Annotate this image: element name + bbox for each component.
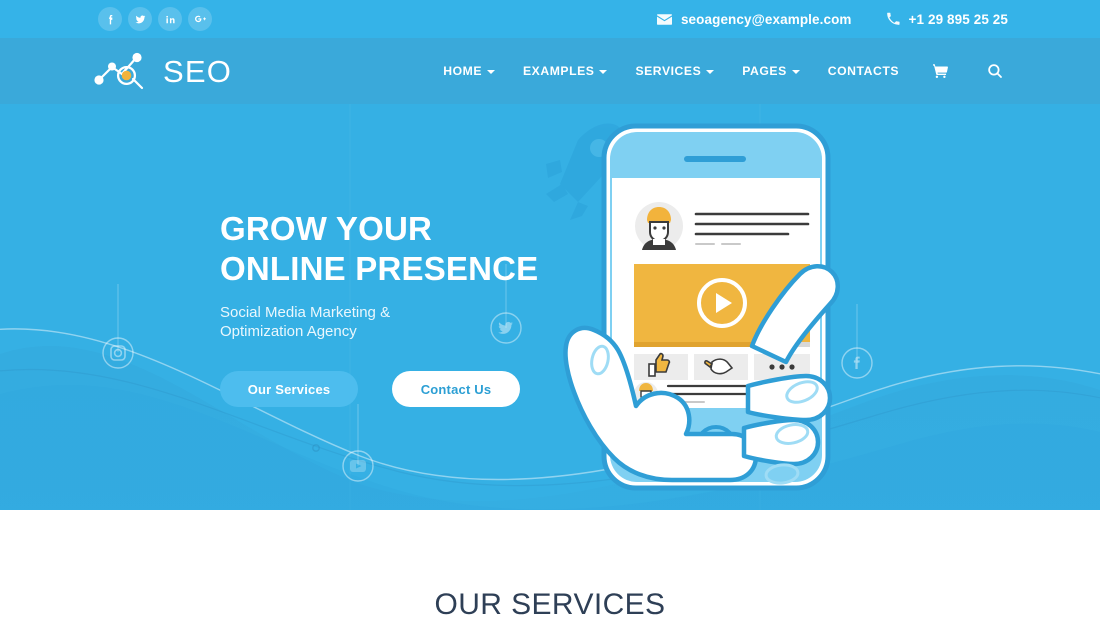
contact-email-text: seoagency@example.com: [680, 11, 852, 27]
nav-menu: HOME EXAMPLES SERVICES PAGES CONTACTS: [429, 62, 1022, 80]
social-link-google-plus[interactable]: [188, 7, 212, 31]
search-button[interactable]: [968, 62, 1022, 80]
contact-us-button[interactable]: Contact Us: [392, 371, 520, 408]
nav-item-services-label: SERVICES: [635, 64, 702, 78]
social-links: [98, 7, 212, 31]
contact-phone[interactable]: +1 29 895 25 25: [886, 12, 1008, 27]
hero-subtitle-line2: Optimization Agency: [220, 323, 357, 341]
search-icon: [988, 64, 1002, 78]
cart-button[interactable]: [913, 62, 968, 80]
hero-section: GROW YOUR ONLINE PRESENCE Social Media M…: [0, 104, 1100, 510]
hero-title-line1: GROW YOUR: [220, 210, 433, 247]
seo-network-magnifier-logo: [94, 52, 144, 90]
nav-item-examples-label: EXAMPLES: [523, 64, 595, 78]
hero-buttons: Our Services Contact Us: [220, 371, 580, 408]
nav-item-contacts[interactable]: CONTACTS: [814, 64, 913, 78]
landing-page: seoagency@example.com +1 29 895 25 25 SE…: [0, 0, 1100, 640]
social-link-facebook[interactable]: [98, 7, 122, 31]
chevron-down-icon: [706, 70, 715, 74]
nav-item-home-label: HOME: [443, 64, 482, 78]
our-services-button[interactable]: Our Services: [220, 371, 358, 408]
hero-title-line2: ONLINE PRESENCE: [220, 250, 539, 287]
services-heading: OUR SERVICES: [434, 588, 666, 621]
hero-copy: GROW YOUR ONLINE PRESENCE Social Media M…: [220, 212, 580, 408]
phone-icon: [886, 12, 900, 25]
social-link-twitter[interactable]: [128, 7, 152, 31]
twitter-icon: [135, 14, 145, 23]
hero-subtitle: Social Media Marketing & Optimization Ag…: [220, 303, 580, 341]
contact-phone-text: +1 29 895 25 25: [908, 11, 1008, 27]
hero-content: GROW YOUR ONLINE PRESENCE Social Media M…: [0, 104, 1100, 510]
nav-item-services[interactable]: SERVICES: [621, 64, 728, 78]
nav-item-pages[interactable]: PAGES: [728, 64, 814, 78]
nav-item-contacts-label: CONTACTS: [827, 64, 899, 78]
facebook-icon: [108, 14, 112, 24]
brand-name: SEO: [163, 53, 233, 89]
top-bar: seoagency@example.com +1 29 895 25 25: [0, 0, 1100, 38]
social-link-linkedin[interactable]: [158, 7, 182, 31]
ellipsis-icon: [769, 364, 795, 370]
main-navbar: SEO HOME EXAMPLES SERVICES PAGES CONTACT…: [0, 38, 1100, 104]
brand-logo-link[interactable]: SEO: [92, 49, 232, 93]
hero-subtitle-line1: Social Media Marketing &: [220, 304, 391, 321]
services-section: OUR SERVICES: [0, 510, 1100, 640]
nav-item-pages-label: PAGES: [742, 64, 787, 78]
nav-item-home[interactable]: HOME: [429, 64, 509, 78]
chevron-down-icon: [791, 70, 800, 74]
topbar-contacts: seoagency@example.com +1 29 895 25 25: [656, 11, 1008, 27]
linkedin-icon: [165, 15, 175, 23]
chevron-down-icon: [599, 70, 608, 74]
nav-item-examples[interactable]: EXAMPLES: [509, 64, 621, 78]
chevron-down-icon: [487, 70, 495, 74]
google-plus-icon: [195, 15, 206, 23]
hero-title: GROW YOUR ONLINE PRESENCE: [220, 212, 580, 285]
contact-email[interactable]: seoagency@example.com: [656, 11, 852, 27]
shopping-cart-icon: [933, 64, 948, 78]
envelope-icon: [656, 13, 672, 25]
